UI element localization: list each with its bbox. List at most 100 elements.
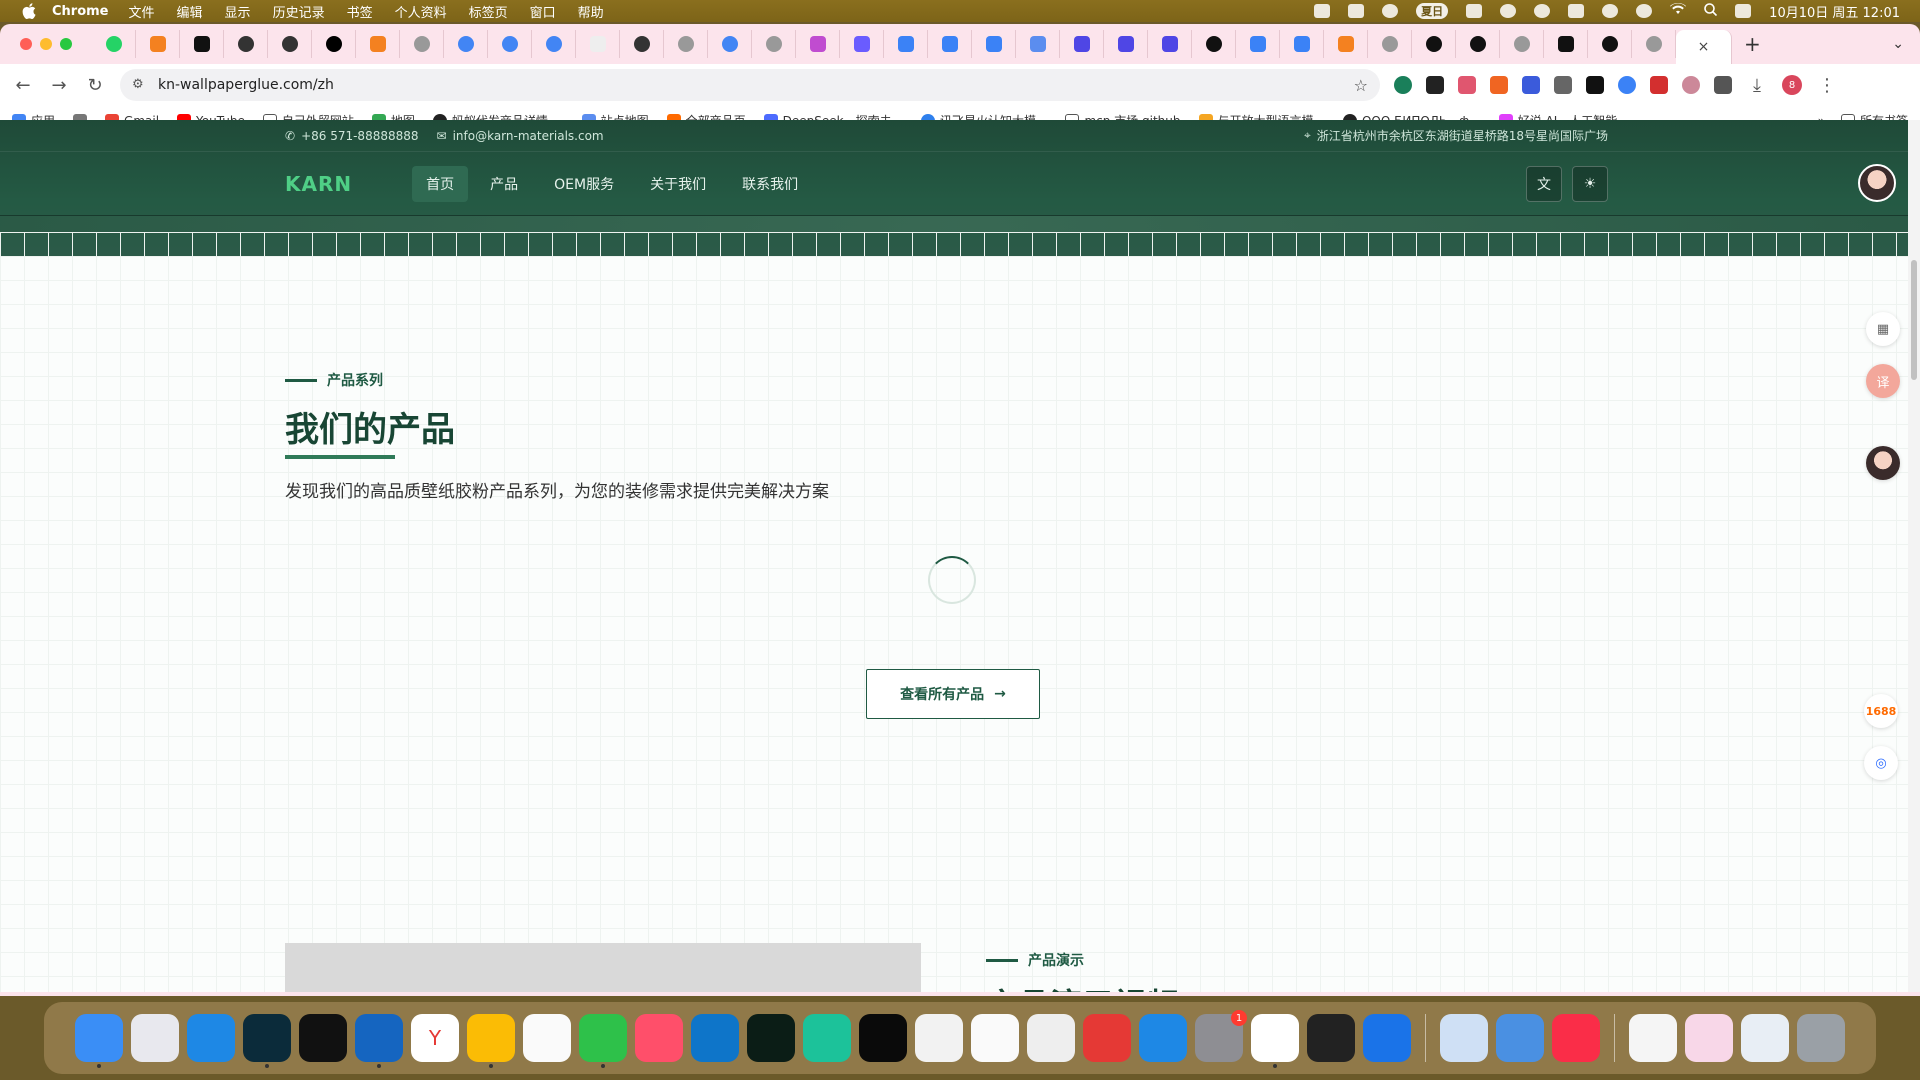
app-icon[interactable]	[803, 1014, 851, 1062]
perplexity-icon[interactable]	[243, 1014, 291, 1068]
forward-arrow-icon[interactable]: →	[48, 75, 70, 96]
terminal-app-icon[interactable]	[747, 1014, 795, 1062]
finder-icon[interactable]	[75, 1014, 123, 1068]
chat-widget-icon[interactable]: ◎	[1864, 746, 1898, 780]
video-placeholder[interactable]	[285, 943, 921, 992]
extension-icon[interactable]	[1522, 76, 1540, 94]
app-icon[interactable]	[1363, 1014, 1411, 1062]
window-stack-icon[interactable]	[1741, 1014, 1789, 1062]
extension-icon[interactable]	[1682, 76, 1700, 94]
menubar-app-name[interactable]: Chrome	[52, 4, 109, 19]
browser-tab[interactable]	[840, 30, 884, 58]
browser-tab[interactable]	[1236, 30, 1280, 58]
browser-tab[interactable]	[1060, 30, 1104, 58]
tray-app-icon[interactable]	[1466, 4, 1483, 18]
browser-tab[interactable]	[268, 30, 312, 58]
control-center-icon[interactable]	[1735, 4, 1752, 18]
preview-icon[interactable]	[1496, 1014, 1544, 1062]
browser-tab[interactable]	[1324, 30, 1368, 58]
alibaba-1688-icon[interactable]: 1688	[1864, 694, 1898, 728]
menubar-item-edit[interactable]: 编辑	[177, 2, 203, 21]
browser-tab[interactable]	[1104, 30, 1148, 58]
close-tab-icon[interactable]: ×	[1698, 39, 1710, 55]
site-logo[interactable]: KARN	[285, 172, 352, 196]
browser-tab[interactable]	[884, 30, 928, 58]
wechat-icon[interactable]	[579, 1014, 627, 1068]
tray-app-icon[interactable]	[1636, 4, 1653, 18]
browser-menu-icon[interactable]: ⋮	[1816, 75, 1838, 96]
qq-icon[interactable]	[1251, 1014, 1299, 1068]
browser-tab[interactable]	[1148, 30, 1192, 58]
tray-app-icon[interactable]	[1348, 4, 1365, 18]
browser-tab[interactable]	[1412, 30, 1456, 58]
phone-contact[interactable]: ✆ +86 571-88888888	[285, 129, 419, 143]
chatgpt-icon[interactable]	[971, 1014, 1019, 1062]
download-icon[interactable]: ⤓	[1746, 75, 1768, 96]
address-bar-url[interactable]: kn-wallpaperglue.com/zh	[158, 77, 1354, 93]
assistant-avatar[interactable]	[1866, 446, 1900, 480]
edge-icon[interactable]	[355, 1014, 403, 1068]
bookmark-star-icon[interactable]: ☆	[1354, 76, 1368, 95]
browser-tab[interactable]	[708, 30, 752, 58]
apple-icon[interactable]	[20, 2, 38, 20]
app-icon[interactable]	[1027, 1014, 1075, 1062]
new-tab-button[interactable]: +	[1744, 32, 1761, 56]
wifi-icon[interactable]	[1670, 3, 1687, 19]
theme-toggle-sun-icon[interactable]: ☀	[1572, 166, 1608, 202]
reload-icon[interactable]: ↻	[84, 75, 106, 96]
back-arrow-icon[interactable]: ←	[12, 75, 34, 96]
yandex-icon[interactable]: Y	[411, 1014, 459, 1062]
browser-tab[interactable]	[1588, 30, 1632, 58]
browser-tab[interactable]	[488, 30, 532, 58]
qr-code-icon[interactable]: ▦	[1866, 312, 1900, 346]
nav-products[interactable]: 产品	[476, 166, 532, 202]
translate-widget-icon[interactable]: 译	[1866, 364, 1900, 398]
tray-app-icon[interactable]	[1602, 4, 1619, 18]
browser-tab[interactable]	[1632, 30, 1676, 58]
scrollbar-thumb[interactable]	[1911, 260, 1917, 380]
browser-tab[interactable]	[400, 30, 444, 58]
robot-extension-icon[interactable]	[1554, 76, 1572, 94]
app-store-icon[interactable]	[1139, 1014, 1187, 1062]
extension-icon[interactable]	[1618, 76, 1636, 94]
layers-extension-icon[interactable]	[1426, 76, 1444, 94]
menubar-item-tabs[interactable]: 标签页	[469, 2, 508, 21]
tray-app-icon[interactable]	[1534, 4, 1551, 18]
menubar-item-file[interactable]: 文件	[129, 2, 155, 21]
downloads-stack-icon[interactable]	[1685, 1014, 1733, 1062]
menubar-item-profile[interactable]: 个人资料	[395, 2, 447, 21]
browser-tab[interactable]	[356, 30, 400, 58]
app-icon[interactable]	[859, 1014, 907, 1062]
menubar-item-bookmarks[interactable]: 书签	[347, 2, 373, 21]
chat-app-icon[interactable]	[523, 1014, 571, 1062]
wps-icon[interactable]	[1083, 1014, 1131, 1062]
browser-tab[interactable]	[1192, 30, 1236, 58]
menubar-clock[interactable]: 10月10日 周五 12:01	[1769, 2, 1900, 21]
safari-icon[interactable]	[187, 1014, 235, 1062]
site-info-icon[interactable]: ⚙	[132, 77, 148, 93]
system-settings-icon[interactable]: 1	[1195, 1010, 1247, 1062]
browser-tab[interactable]	[752, 30, 796, 58]
browser-tab[interactable]	[444, 30, 488, 58]
vscode-icon[interactable]	[691, 1014, 739, 1062]
launchpad-icon[interactable]	[131, 1014, 179, 1062]
chrome-icon[interactable]	[467, 1014, 515, 1068]
close-window-button[interactable]	[20, 38, 32, 50]
spotlight-search-icon[interactable]	[1704, 2, 1718, 20]
tiktok-icon[interactable]	[299, 1014, 347, 1062]
terminal-icon[interactable]	[1307, 1014, 1355, 1062]
tray-badge[interactable]: 夏日	[1416, 3, 1449, 19]
nav-contact[interactable]: 联系我们	[728, 166, 812, 202]
extensions-puzzle-icon[interactable]	[1714, 76, 1732, 94]
menubar-item-view[interactable]: 显示	[225, 2, 251, 21]
app-icon[interactable]	[635, 1014, 683, 1062]
nav-oem[interactable]: OEM服务	[540, 166, 628, 202]
browser-tab[interactable]	[1368, 30, 1412, 58]
tray-app-icon[interactable]	[1500, 4, 1517, 18]
browser-tab-active[interactable]: ×	[1676, 30, 1732, 64]
assistant-avatar[interactable]	[1858, 164, 1896, 202]
view-all-products-button[interactable]: 查看所有产品 →	[866, 669, 1040, 719]
browser-tab[interactable]	[312, 30, 356, 58]
nav-about[interactable]: 关于我们	[636, 166, 720, 202]
grammarly-icon[interactable]	[1394, 76, 1412, 94]
